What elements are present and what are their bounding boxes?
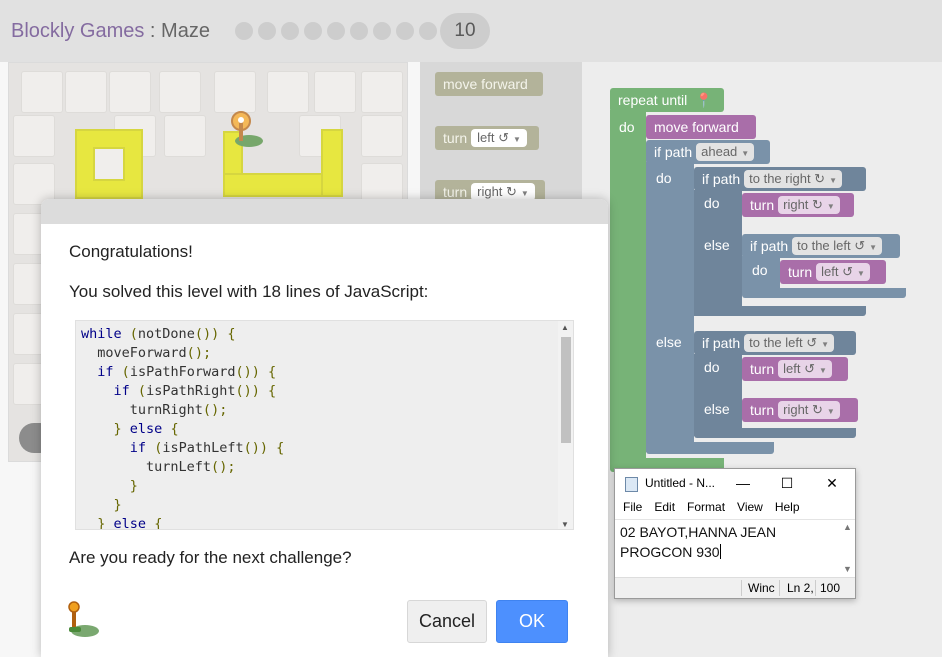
code-line: } else { [113,421,179,437]
code-line: if (isPathForward()) { [97,364,277,380]
dialog-title-bar[interactable] [41,199,608,224]
maximize-icon[interactable]: ☐ [777,473,797,493]
menu-format[interactable]: Format [687,500,725,518]
code-line: if (isPathRight()) { [113,383,277,399]
cancel-button[interactable]: Cancel [407,600,487,643]
status-separator [741,580,742,596]
notepad-line-1: 02 BAYOT,HANNA JEAN [620,524,777,540]
notepad-scrollbar[interactable]: ▲ ▼ [839,520,855,576]
menu-view[interactable]: View [737,500,763,518]
close-icon[interactable]: ✕ [822,473,842,493]
menu-edit[interactable]: Edit [654,500,675,518]
scroll-down-icon[interactable]: ▼ [843,564,852,574]
code-line: } [113,497,122,513]
menu-file[interactable]: File [623,500,642,518]
next-challenge-text: Are you ready for the next challenge? [69,548,352,567]
solved-text: You solved this level with 18 lines of J… [69,282,429,301]
text-cursor [719,544,721,559]
notepad-menu-bar: File Edit Format View Help [615,500,855,518]
minimize-icon[interactable]: — [733,473,753,493]
code-line: } [129,478,138,494]
scroll-up-icon[interactable]: ▲ [561,323,569,332]
menu-help[interactable]: Help [775,500,800,518]
code-line: while (notDone()) { [81,326,236,342]
pegman-icon [68,601,99,637]
code-line: turnLeft(); [81,459,236,475]
notepad-title-bar[interactable]: Untitled - N... — ☐ ✕ [615,469,855,499]
ok-button[interactable]: OK [496,600,568,643]
code-line: } else { [97,516,163,530]
notepad-line-2: PROGCON 930 [620,544,721,560]
status-zoom: 100 [820,581,841,595]
notepad-text-area[interactable]: 02 BAYOT,HANNA JEAN PROGCON 930 ▲ ▼ [615,519,855,575]
code-line: turnRight(); [81,402,228,418]
status-separator [779,580,780,596]
status-position: Ln 2, [787,581,814,595]
code-line: if (isPathLeft()) { [129,440,285,456]
notepad-status-bar: Winc Ln 2, 100 [615,577,855,598]
congratulations-dialog: Congratulations! You solved this level w… [41,199,608,657]
congrats-text: Congratulations! [69,242,193,261]
status-separator [815,580,816,596]
notepad-title: Untitled - N... [645,476,716,490]
notepad-window: Untitled - N... — ☐ ✕ File Edit Format V… [614,468,856,599]
scroll-down-icon[interactable]: ▼ [561,520,569,529]
status-encoding: Winc [748,581,775,595]
code-line: moveForward(); [81,345,212,361]
code-scrollbar[interactable]: ▲ ▼ [558,321,573,529]
scrollbar-thumb[interactable] [561,337,571,443]
scroll-up-icon[interactable]: ▲ [843,522,852,532]
javascript-code: while (notDone()) { moveForward(); if (i… [81,325,285,530]
code-viewer[interactable]: while (notDone()) { moveForward(); if (i… [75,320,574,530]
notepad-app-icon [625,477,638,492]
